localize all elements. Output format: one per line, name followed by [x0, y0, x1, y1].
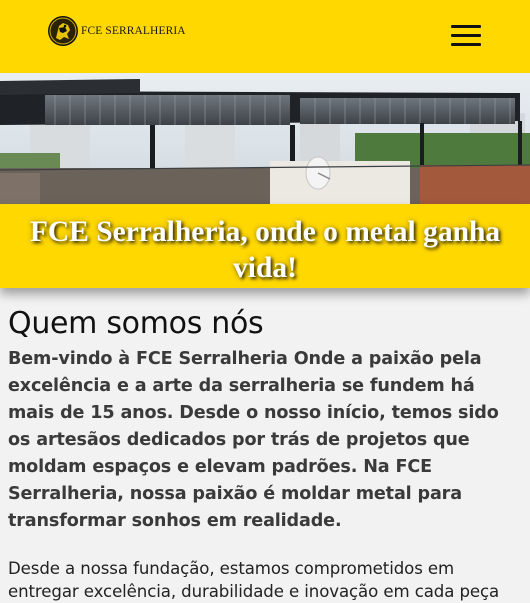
logo-text: FCE SERRALHERIA [81, 25, 186, 37]
menu-bar-top [451, 25, 481, 28]
hamburger-menu-icon[interactable] [448, 22, 484, 50]
menu-bar-bottom [451, 43, 481, 46]
menu-bar-middle [451, 34, 481, 37]
about-body-paragraph: Desde a nossa fundação, estamos comprome… [8, 559, 500, 601]
about-intro-paragraph: Bem-vindo à FCE Serralheria Onde a paixã… [8, 349, 499, 531]
hero-banner: FCE Serralheria, onde o metal ganha vida… [0, 204, 530, 288]
site-header: FCE SERRALHERIA [0, 0, 530, 73]
logo-emblem-icon [48, 16, 78, 46]
banner-title: FCE Serralheria, onde o metal ganha vida… [29, 216, 501, 284]
site-logo[interactable]: FCE SERRALHERIA [47, 14, 186, 48]
about-section: Quem somos nós Bem-vindo à FCE Serralher… [8, 306, 522, 603]
rooftop-metal-structure-photo [0, 73, 530, 204]
hero-image [0, 73, 530, 204]
about-title: Quem somos nós [8, 306, 264, 341]
